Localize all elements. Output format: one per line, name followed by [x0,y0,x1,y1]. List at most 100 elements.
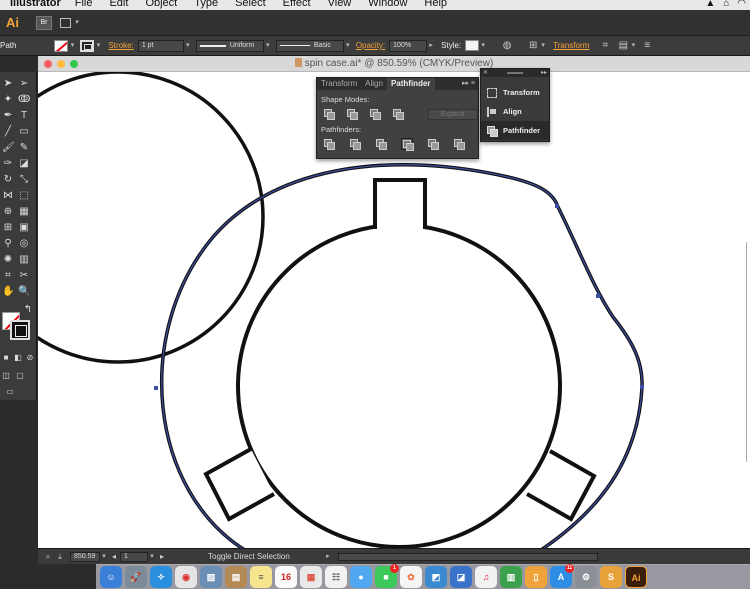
photos-icon[interactable]: ✿ [400,566,422,588]
menu-edit[interactable]: Edit [109,0,128,9]
menu-object[interactable]: Object [145,0,177,9]
opacity-dropdown-icon[interactable]: ▸ [427,40,435,52]
first-artboard-icon[interactable]: ◂ [108,551,120,563]
pen-tool-icon[interactable]: ✒ [2,110,14,122]
magic-wand-tool-icon[interactable]: ✦ [2,94,14,106]
rotate-tool-icon[interactable]: ↻ [2,174,14,186]
stroke-weight-field[interactable]: 1 pt [137,39,184,52]
artboard-dropdown-icon[interactable]: ▾ [148,551,156,563]
anchor-point[interactable] [555,204,559,208]
menu-effect[interactable]: Effect [283,0,311,9]
tab-pathfinder[interactable]: Pathfinder [386,78,435,90]
variable-width-profile[interactable]: Uniform [195,39,264,52]
recolor-artwork-icon[interactable]: ◍ [501,40,513,52]
zoom-menu-icon[interactable]: ⌕ [42,551,54,563]
illustrator-dock-icon[interactable]: Ai [625,566,647,588]
panel-menu-icon[interactable]: ≡ [641,40,653,52]
numbers-icon[interactable]: ▥ [500,566,522,588]
color-mode-icon[interactable]: ■ [0,352,12,364]
calendar-icon[interactable]: 16 [275,566,297,588]
dock-item-transform[interactable]: Transform [481,83,549,102]
selection-tool-icon[interactable]: ➤ [2,78,14,90]
notification-icon[interactable]: ⌂ [723,0,729,9]
width-tool-icon[interactable]: ⋈ [2,190,14,202]
align-options-icon[interactable]: ⊞ [527,40,539,52]
change-screen-mode-icon[interactable]: ▭ [4,386,16,398]
type-tool-icon[interactable]: T [18,110,30,122]
zoom-out-icon[interactable]: ⤓ [54,551,66,563]
trim-button[interactable] [349,138,361,150]
style-dropdown-icon[interactable]: ▾ [479,40,487,52]
horizontal-scrollbar[interactable] [337,552,598,561]
panel-menu-icon[interactable]: ▸▸ ≡ [462,78,475,90]
sublime-icon[interactable]: S [600,566,622,588]
brush-dropdown-icon[interactable]: ▾ [344,40,352,52]
intersect-button[interactable] [369,108,382,120]
tab-transform[interactable]: Transform [317,78,361,90]
gradient-tool-icon[interactable]: ▣ [18,222,30,234]
close-panel-icon[interactable]: ✕ [483,69,488,76]
dock-item-pathfinder[interactable]: Pathfinder [481,121,549,140]
shape-builder-tool-icon[interactable]: ⊕ [2,206,14,218]
variable-width-dropdown-icon[interactable]: ▾ [264,40,272,52]
top-tab-path[interactable] [373,178,427,229]
perspective-grid-tool-icon[interactable]: ▦ [18,206,30,218]
zoom-window-icon[interactable] [70,60,78,68]
blob-brush-tool-icon[interactable]: ✑ [2,158,14,170]
tab-align[interactable]: Align [361,78,387,90]
transform-panel-link[interactable]: Transform [553,41,589,50]
zoom-dropdown-icon[interactable]: ▾ [100,551,108,563]
next-artboard-icon[interactable]: ▸ [156,551,168,563]
outline-button[interactable] [427,138,439,150]
line-tool-icon[interactable]: ╱ [2,126,14,138]
preview-icon[interactable]: ▧ [200,566,222,588]
merge-button[interactable] [375,138,387,150]
eyedropper-tool-icon[interactable]: ⚲ [2,238,14,250]
zoom-field[interactable]: 850.59 [70,551,100,562]
gradient-mode-icon[interactable]: ◧ [12,352,24,364]
menu-help[interactable]: Help [424,0,447,9]
ibooks-icon[interactable]: ▯ [525,566,547,588]
pencil-tool-icon[interactable]: ✎ [18,142,30,154]
graphic-style-swatch[interactable] [465,40,480,51]
dock-item-align[interactable]: Align [481,102,549,121]
isolate-object-icon[interactable]: ⌗ [599,40,611,52]
blend-tool-icon[interactable]: ◎ [18,238,30,250]
itunes-icon[interactable]: ♫ [475,566,497,588]
fill-swatch[interactable] [54,39,69,52]
zoom-tool-icon[interactable]: 🔍 [18,286,30,298]
grip-icon[interactable] [507,72,523,74]
stroke-dropdown-icon[interactable]: ▾ [94,40,102,52]
none-mode-icon[interactable]: ⊘ [24,352,36,364]
launchpad-icon[interactable]: 🚀 [125,566,147,588]
photos-viewer-icon[interactable]: ▦ [300,566,322,588]
mesh-tool-icon[interactable]: ⊞ [2,222,14,234]
arrange-documents-button[interactable]: ▾ [60,16,80,30]
exclude-button[interactable] [392,108,405,120]
eraser-tool-icon[interactable]: ◪ [18,158,30,170]
opacity-panel-link[interactable]: Opacity: [356,41,385,50]
anchor-point[interactable] [154,386,158,390]
menu-app-name[interactable]: Illustrator [10,0,61,9]
align-dropdown-icon[interactable]: ▾ [539,40,547,52]
artboard-field[interactable]: 1 [120,551,148,562]
menu-type[interactable]: Type [194,0,218,9]
unite-button[interactable] [323,108,336,120]
stroke-swatch[interactable] [80,39,95,52]
hand-tool-icon[interactable]: ✋ [2,286,14,298]
brush-definition[interactable]: Basic [275,39,344,52]
anchor-point[interactable] [596,294,600,298]
free-transform-tool-icon[interactable]: ⬚ [18,190,30,202]
crop-button[interactable] [401,138,414,151]
opacity-field[interactable]: 100% [389,39,428,52]
minimize-window-icon[interactable] [57,60,65,68]
left-circle-path[interactable] [38,72,265,364]
vertical-scrollbar[interactable] [746,242,750,462]
messages-icon[interactable]: ● [350,566,372,588]
contacts-icon[interactable]: ▤ [225,566,247,588]
lasso-tool-icon[interactable]: ↂ [18,94,30,106]
inner-circle-path[interactable] [236,223,562,548]
status-menu-icon[interactable]: ▸ [324,551,332,563]
column-graph-tool-icon[interactable]: ▥ [18,254,30,266]
select-similar-icon[interactable]: ▤ [617,40,629,52]
